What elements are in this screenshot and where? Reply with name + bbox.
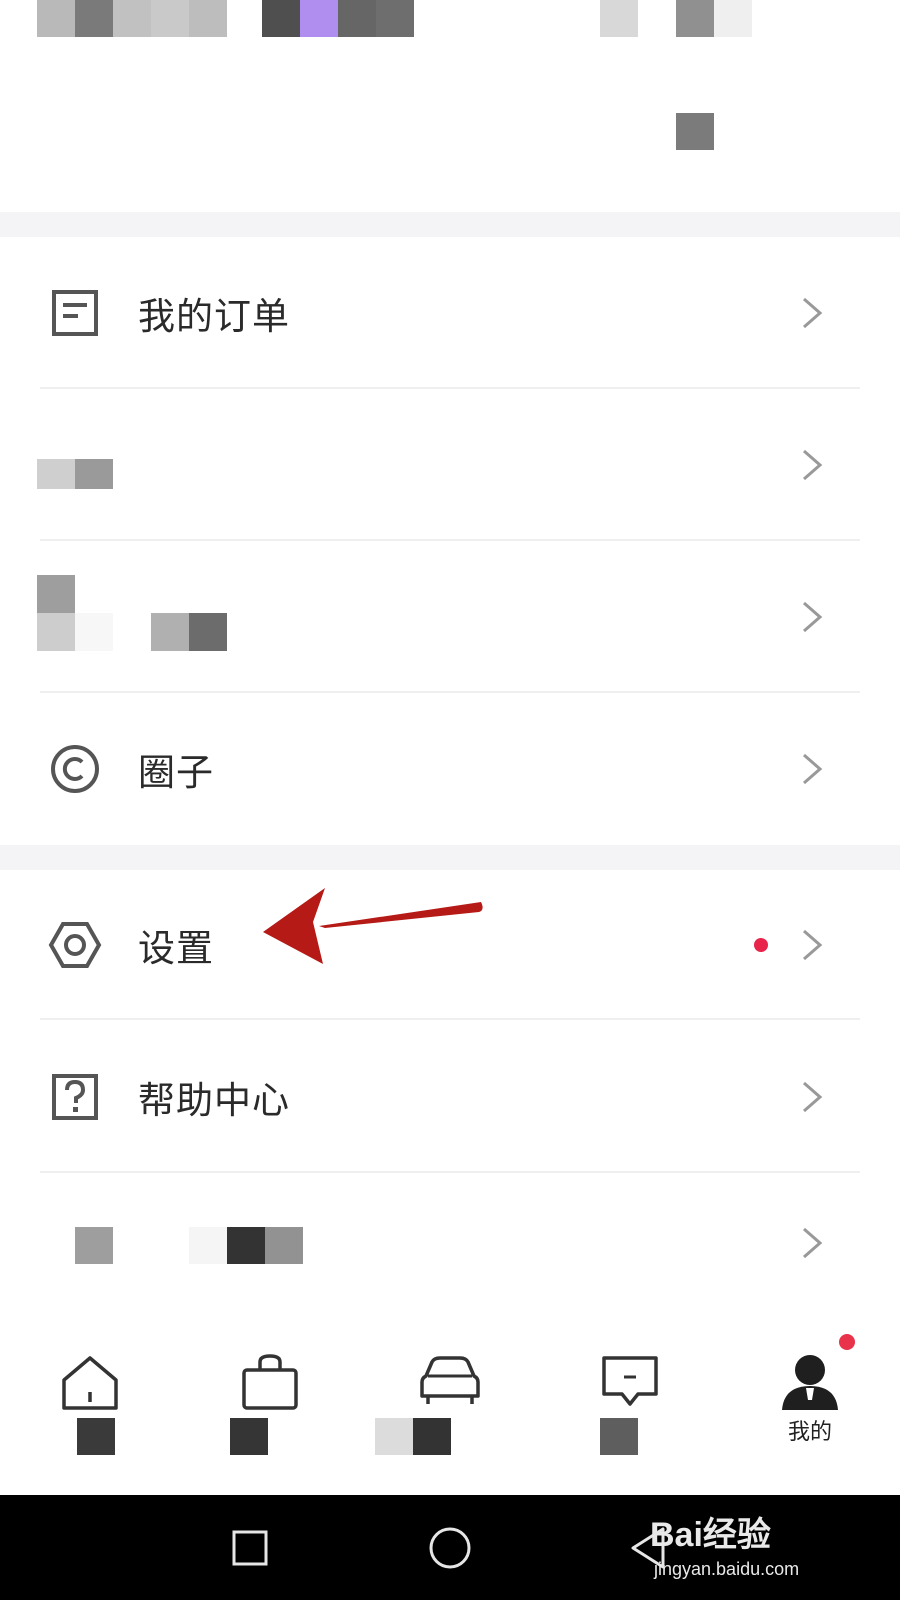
chevron-right-icon bbox=[803, 297, 823, 329]
chevron-right-icon bbox=[803, 1081, 823, 1112]
menu-row-orders[interactable]: 我的订单 bbox=[0, 237, 900, 389]
help-label: 帮助中心 bbox=[138, 1078, 290, 1122]
baidu-jingyan-watermark: Bai经验 jingyan.baidu.com bbox=[650, 1507, 860, 1591]
tab-mine-label: 我的 bbox=[787, 1420, 832, 1445]
menu-row-blurred-1[interactable] bbox=[0, 389, 900, 541]
orders-label: 我的订单 bbox=[138, 295, 290, 338]
chevron-right-icon bbox=[803, 753, 823, 785]
tab-home[interactable] bbox=[15, 1310, 165, 1495]
circle-c-icon bbox=[51, 745, 99, 793]
question-box-icon bbox=[52, 1073, 98, 1120]
tab-shop[interactable] bbox=[195, 1310, 345, 1495]
menu-row-blurred-3[interactable] bbox=[0, 1173, 900, 1313]
circle-label: 圈子 bbox=[138, 751, 214, 794]
section-gap bbox=[0, 212, 900, 237]
menu-row-circle[interactable]: 圈子 bbox=[0, 693, 900, 845]
bottom-tab-bar: 我的 bbox=[0, 1310, 900, 1495]
watermark-url: jingyan.baidu.com bbox=[654, 1559, 800, 1579]
menu-row-settings[interactable]: 设置 bbox=[0, 870, 900, 1020]
chevron-right-icon bbox=[803, 449, 823, 481]
system-nav-bar: Bai经验 jingyan.baidu.com bbox=[0, 1495, 900, 1600]
recent-apps-icon[interactable] bbox=[225, 1523, 275, 1573]
tab-mine[interactable]: 我的 bbox=[735, 1310, 885, 1495]
notification-dot bbox=[754, 938, 768, 952]
chevron-right-icon bbox=[803, 601, 823, 633]
profile-header-blurred[interactable] bbox=[0, 0, 900, 212]
menu-row-blurred-2[interactable] bbox=[0, 541, 900, 693]
chevron-right-icon bbox=[803, 929, 823, 961]
home-icon bbox=[62, 1356, 118, 1410]
section-gap bbox=[0, 845, 900, 870]
app-screen: 我的订单 圈子 设置 帮助中心 我的 Bai经验 jingyan.baidu.c… bbox=[0, 0, 900, 1600]
hexagon-gear-icon bbox=[48, 922, 102, 968]
settings-label: 设置 bbox=[138, 927, 214, 970]
bag-icon bbox=[242, 1354, 298, 1410]
message-icon bbox=[602, 1356, 658, 1406]
person-icon bbox=[782, 1355, 838, 1410]
order-doc-icon bbox=[52, 290, 98, 336]
car-icon bbox=[420, 1356, 480, 1404]
notification-badge bbox=[839, 1334, 855, 1350]
tab-car[interactable] bbox=[375, 1310, 525, 1495]
chevron-right-icon bbox=[803, 1227, 823, 1259]
menu-row-help[interactable]: 帮助中心 bbox=[0, 1020, 900, 1173]
watermark-brand: Bai经验 bbox=[650, 1516, 771, 1554]
home-circle-icon[interactable] bbox=[425, 1523, 475, 1573]
tab-message[interactable] bbox=[555, 1310, 705, 1495]
